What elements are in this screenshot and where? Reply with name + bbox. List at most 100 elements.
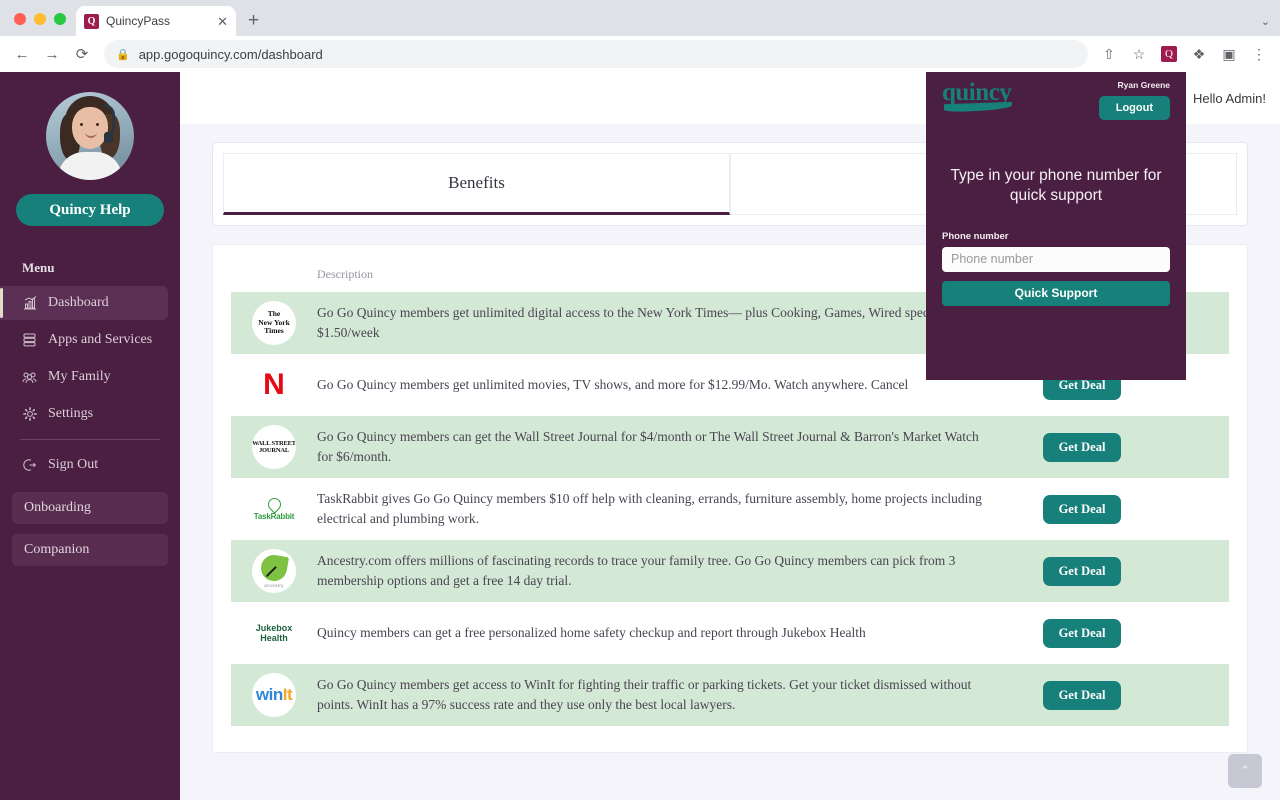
sidebar-item-companion[interactable]: Companion [12,534,168,566]
taskrabbit-logo: TaskRabbit [252,487,296,531]
address-bar-url: app.gogoquincy.com/dashboard [138,46,323,62]
nyt-logo: The New York Times [252,301,296,345]
address-bar[interactable]: 🔒 app.gogoquincy.com/dashboard [104,40,1088,68]
table-row: Jukebox Health Quincy members can get a f… [231,602,1229,664]
avatar [46,92,134,180]
minimize-window-button[interactable] [34,13,46,25]
sidebar-item-label: My Family [48,369,111,384]
gear-icon [22,407,37,422]
scroll-to-top-button[interactable]: ⌃ [1228,754,1262,788]
quincy-extension-icon[interactable]: Q [1156,41,1182,67]
benefit-description: Go Go Quincy members can get the Wall St… [317,429,979,464]
close-window-button[interactable] [14,13,26,25]
browser-menu-icon[interactable]: ⋮ [1246,41,1272,67]
wsj-logo: WALL STREET JOURNAL [252,425,296,469]
sidebar: Quincy Help Menu Dashboard Apps and Serv… [0,72,180,800]
table-row: winIt Go Go Quincy members get access to… [231,664,1229,726]
get-deal-button[interactable]: Get Deal [1042,680,1122,710]
quick-support-widget: quincy Ryan Greene Logout Type in your p… [926,72,1186,380]
sidebar-item-dashboard[interactable]: Dashboard [0,286,168,320]
reload-icon[interactable]: ⟳ [68,40,96,68]
benefit-description: TaskRabbit gives Go Go Quincy members $1… [317,491,982,526]
brand-logo-cell: TaskRabbit [231,487,317,531]
sidebar-item-label: Settings [48,406,94,421]
browser-toolbar: ← → ⟳ 🔒 app.gogoquincy.com/dashboard ⇧ ☆… [0,36,1280,72]
lock-icon: 🔒 [116,48,130,61]
widget-header: quincy Ryan Greene Logout [942,80,1170,120]
benefit-description: Ancestry.com offers millions of fascinat… [317,553,956,588]
get-deal-button[interactable]: Get Deal [1042,556,1122,586]
get-deal-button[interactable]: Get Deal [1042,494,1122,524]
browser-window: Q QuincyPass ✕ + ⌄ ← → ⟳ 🔒 app.gogoquinc… [0,0,1280,800]
new-tab-button[interactable]: + [248,11,259,30]
row-action-cell: Get Deal [1017,556,1147,586]
logout-button[interactable]: Logout [1098,96,1170,120]
maximize-window-button[interactable] [54,13,66,25]
avatar-container [0,72,180,180]
phone-number-label: Phone number [942,230,1009,242]
widget-prompt-text: Type in your phone number for quick supp… [950,167,1162,205]
benefit-description: Go Go Quincy members get unlimited digit… [317,305,970,340]
winit-logo: winIt [252,673,296,717]
main-area: Hello Admin! Benefits Sub Description [180,72,1280,800]
row-action-cell: Get Deal [1017,494,1147,524]
brand-logo-cell: WALL STREET JOURNAL [231,425,317,469]
tab-favicon-icon: Q [84,13,99,29]
sidebar-item-sign-out[interactable]: Sign Out [0,448,168,482]
tab-benefits[interactable]: Benefits [223,153,730,215]
table-row: ancestry Ancestry.com offers millions of… [231,540,1229,602]
tab-title: QuincyPass [106,14,171,28]
sidebar-item-settings[interactable]: Settings [0,397,168,431]
browser-tabstrip: Q QuincyPass ✕ + ⌄ [0,0,1280,36]
forward-icon[interactable]: → [38,40,66,68]
benefit-description: Quincy members can get a free personaliz… [317,625,866,641]
logo-swoosh-icon [943,101,1013,113]
widget-user-area: Ryan Greene Logout [1098,80,1170,120]
sidebar-item-label: Sign Out [48,457,99,472]
quincy-logo: quincy [942,80,1013,113]
quincy-help-button[interactable]: Quincy Help [16,194,164,226]
get-deal-button[interactable]: Get Deal [1042,618,1122,648]
toolbar-icons: ⇧ ☆ Q ❖ ▣ ⋮ [1096,41,1272,67]
sidebar-divider [20,439,160,440]
quick-support-button[interactable]: Quick Support [942,280,1170,306]
jukebox-health-logo: Jukebox Health [255,622,293,643]
share-icon[interactable]: ⇧ [1096,41,1122,67]
window-controls [10,13,76,36]
row-action-cell: Get Deal [1017,680,1147,710]
apps-stack-icon [22,333,37,348]
greeting-text: Hello Admin! [1193,90,1266,106]
brand-logo-cell: Jukebox Health [231,611,317,655]
ancestry-logo: ancestry [252,549,296,593]
tab-list-chevron-icon[interactable]: ⌄ [1261,15,1280,36]
chart-bar-icon [22,296,37,311]
netflix-logo: N [263,368,285,401]
table-row: WALL STREET JOURNAL Go Go Quincy members … [231,416,1229,478]
sidebar-item-my-family[interactable]: My Family [0,360,168,394]
table-row: TaskRabbit TaskRabbit gives Go Go Quincy… [231,478,1229,540]
brand-logo-cell: N [231,363,317,407]
brand-logo-cell: The New York Times [231,301,317,345]
extensions-puzzle-icon[interactable]: ❖ [1186,41,1212,67]
row-action-cell: Get Deal [1017,432,1147,462]
sidebar-item-apps-and-services[interactable]: Apps and Services [0,323,168,357]
browser-tab[interactable]: Q QuincyPass ✕ [76,6,236,36]
column-header-description: Description [317,267,373,281]
row-action-cell: Get Deal [1017,618,1147,648]
benefit-description: Go Go Quincy members get unlimited movie… [317,377,909,393]
back-icon[interactable]: ← [8,40,36,68]
sidebar-item-label: Dashboard [48,295,109,310]
side-panel-icon[interactable]: ▣ [1216,41,1242,67]
sign-out-icon [22,458,37,473]
sidebar-item-onboarding[interactable]: Onboarding [12,492,168,524]
menu-section-label: Menu [22,260,55,275]
benefit-description: Go Go Quincy members get access to WinIt… [317,677,972,712]
get-deal-button[interactable]: Get Deal [1042,432,1122,462]
brand-logo-cell: ancestry [231,549,317,593]
page-viewport: Quincy Help Menu Dashboard Apps and Serv… [0,72,1280,800]
people-group-icon [22,370,37,385]
close-tab-icon[interactable]: ✕ [217,15,228,28]
bookmark-star-icon[interactable]: ☆ [1126,41,1152,67]
phone-number-input[interactable] [942,246,1170,272]
sidebar-item-label: Apps and Services [48,332,153,347]
